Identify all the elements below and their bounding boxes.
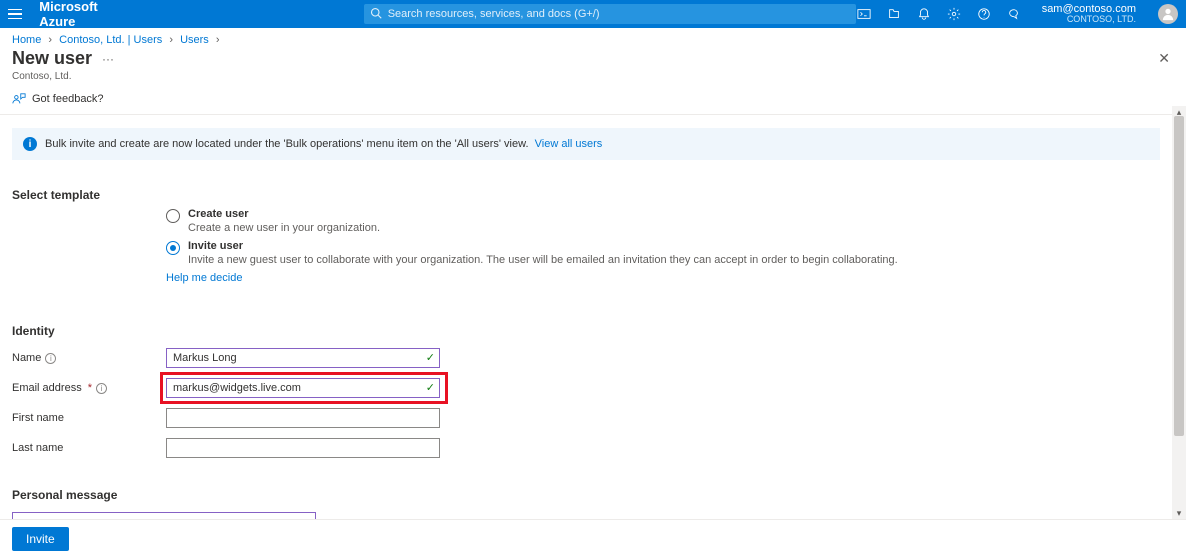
close-icon[interactable]: ✕	[1158, 50, 1170, 67]
brand-label[interactable]: Microsoft Azure	[39, 0, 123, 29]
personal-message-input[interactable]	[12, 512, 316, 519]
select-template-heading: Select template	[12, 188, 1160, 202]
avatar[interactable]	[1158, 4, 1178, 24]
chevron-right-icon: ›	[48, 34, 52, 46]
create-user-option[interactable]: Create user Create a new user in your or…	[166, 208, 1160, 234]
breadcrumb-org-users[interactable]: Contoso, Ltd. | Users	[59, 34, 162, 46]
scrollbar-thumb[interactable]	[1174, 116, 1184, 436]
help-me-decide-link[interactable]: Help me decide	[166, 272, 1160, 284]
email-label: Email address	[12, 382, 82, 394]
row-name: Name i ✓	[12, 348, 1160, 368]
name-label: Name	[12, 352, 41, 364]
create-user-desc: Create a new user in your organization.	[188, 222, 380, 234]
lastname-label: Last name	[12, 442, 63, 454]
personal-message-heading: Personal message	[12, 488, 1160, 502]
help-icon[interactable]	[976, 6, 992, 22]
title-row: New user ··· ✕	[0, 48, 1186, 71]
scrollbar[interactable]: ▴ ▾	[1172, 106, 1186, 519]
feedback-icon[interactable]	[1006, 6, 1022, 22]
notifications-icon[interactable]	[916, 6, 932, 22]
view-all-users-link[interactable]: View all users	[535, 138, 603, 150]
required-asterisk: *	[88, 382, 92, 394]
info-icon: i	[23, 137, 37, 151]
got-feedback-label: Got feedback?	[32, 93, 104, 105]
breadcrumb: Home › Contoso, Ltd. | Users › Users ›	[0, 28, 1186, 48]
email-input[interactable]	[166, 378, 440, 398]
chevron-right-icon: ›	[169, 34, 173, 46]
create-user-title: Create user	[188, 208, 380, 220]
info-icon[interactable]: i	[96, 383, 107, 394]
identity-heading: Identity	[12, 324, 1160, 338]
lastname-input[interactable]	[166, 438, 440, 458]
menu-icon[interactable]	[8, 9, 25, 20]
radio-create-user[interactable]	[166, 209, 180, 223]
row-lastname: Last name	[12, 438, 1160, 458]
template-options: Create user Create a new user in your or…	[166, 208, 1160, 266]
page-title: New user	[12, 48, 92, 69]
firstname-input[interactable]	[166, 408, 440, 428]
search-input[interactable]	[364, 4, 856, 24]
row-email: Email address * i ✓	[12, 378, 1160, 398]
radio-invite-user[interactable]	[166, 241, 180, 255]
settings-icon[interactable]	[946, 6, 962, 22]
directories-icon[interactable]	[886, 6, 902, 22]
more-icon[interactable]: ···	[102, 52, 114, 66]
breadcrumb-users[interactable]: Users	[180, 34, 209, 46]
person-feedback-icon	[12, 92, 26, 106]
footer: Invite	[0, 519, 1186, 557]
invite-button[interactable]: Invite	[12, 527, 69, 551]
scroll-down-icon[interactable]: ▾	[1172, 507, 1186, 519]
search-container	[364, 4, 856, 24]
account-info[interactable]: sam@contoso.com CONTOSO, LTD.	[1042, 3, 1136, 25]
top-icon-group: sam@contoso.com CONTOSO, LTD.	[856, 3, 1178, 25]
content-area: i Bulk invite and create are now located…	[0, 106, 1172, 519]
invite-user-option[interactable]: Invite user Invite a new guest user to c…	[166, 240, 1160, 266]
search-icon	[370, 7, 382, 19]
invite-user-desc: Invite a new guest user to collaborate w…	[188, 254, 898, 266]
row-firstname: First name	[12, 408, 1160, 428]
info-icon[interactable]: i	[45, 353, 56, 364]
page-subtitle: Contoso, Ltd.	[0, 71, 1186, 88]
chevron-right-icon: ›	[216, 34, 220, 46]
info-banner: i Bulk invite and create are now located…	[12, 128, 1160, 160]
top-header: Microsoft Azure sam@contoso.com CONTOSO,…	[0, 0, 1186, 28]
account-org: CONTOSO, LTD.	[1042, 15, 1136, 25]
firstname-label: First name	[12, 412, 64, 424]
banner-text: Bulk invite and create are now located u…	[45, 138, 602, 150]
check-icon: ✓	[426, 351, 435, 364]
invite-user-title: Invite user	[188, 240, 898, 252]
breadcrumb-home[interactable]: Home	[12, 34, 41, 46]
check-icon: ✓	[426, 381, 435, 394]
name-input[interactable]	[166, 348, 440, 368]
cloud-shell-icon[interactable]	[856, 6, 872, 22]
